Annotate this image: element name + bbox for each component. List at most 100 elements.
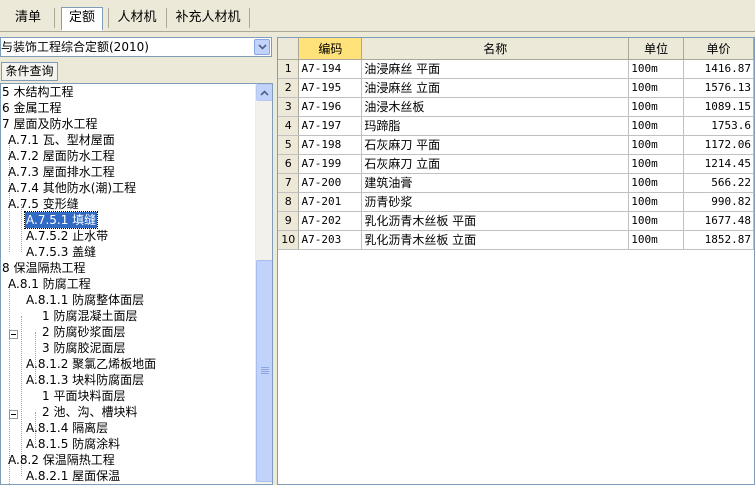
table-row[interactable]: 1 A7-194 油浸麻丝 平面 100m 1416.87 (278, 59, 754, 79)
tree-node[interactable]: 1 平面块料面层 (41, 388, 126, 404)
tree-node[interactable]: A.7.1 瓦、型材屋面 (7, 132, 116, 148)
code-cell[interactable]: A7-203 (298, 230, 363, 250)
price-cell[interactable]: 1214.45 (683, 154, 754, 174)
scroll-thumb[interactable] (256, 260, 272, 482)
code-cell[interactable]: A7-194 (298, 59, 363, 79)
name-cell[interactable]: 沥青砂浆 (361, 192, 630, 212)
name-cell[interactable]: 玛蹄脂 (361, 116, 630, 136)
tree-node[interactable]: A.7.2 屋面防水工程 (7, 148, 116, 164)
table-row[interactable]: 3 A7-196 油浸木丝板 100m 1089.15 (278, 97, 754, 117)
table-row[interactable]: 7 A7-200 建筑油膏 100m 566.22 (278, 173, 754, 193)
scroll-up-button[interactable] (256, 84, 272, 101)
tree-node[interactable]: A.7.5 变形缝 (7, 196, 80, 212)
price-cell[interactable]: 1172.06 (683, 135, 754, 155)
unit-cell[interactable]: 100m (628, 78, 685, 98)
tab-bill[interactable]: 清单 (6, 8, 50, 30)
tree-vertical-scrollbar[interactable] (255, 84, 272, 484)
tree-node-selected[interactable]: A.7.5.1 填缝 (23, 211, 99, 229)
name-cell[interactable]: 乳化沥青木丝板 立面 (361, 230, 630, 250)
tree-node[interactable]: A.8.1 防腐工程 (7, 276, 92, 292)
name-cell[interactable]: 油浸麻丝 立面 (361, 78, 630, 98)
unit-cell[interactable]: 100m (628, 97, 685, 117)
column-header-unit[interactable]: 单位 (628, 38, 685, 60)
tree-node[interactable]: 6 金属工程 (1, 100, 62, 116)
name-cell[interactable]: 石灰麻刀 立面 (361, 154, 630, 174)
code-cell[interactable]: A7-202 (298, 211, 363, 231)
condition-query-button[interactable]: 条件查询 (1, 62, 58, 81)
unit-cell[interactable]: 100m (628, 230, 685, 250)
unit-cell[interactable]: 100m (628, 211, 685, 231)
quota-items-grid[interactable]: 编码 名称 单位 单价 1 A7-194 油浸麻丝 平面 100m 1416.87 2 A7… (277, 37, 755, 485)
price-cell[interactable]: 566.22 (683, 173, 754, 193)
table-row[interactable]: 5 A7-198 石灰麻刀 平面 100m 1172.06 (278, 135, 754, 155)
tree-node[interactable]: 1 防腐混凝土面层 (41, 308, 138, 324)
tab-quota[interactable]: 定额 (61, 7, 103, 31)
table-row[interactable]: 9 A7-202 乳化沥青木丝板 平面 100m 1677.48 (278, 211, 754, 231)
name-cell[interactable]: 油浸麻丝 平面 (361, 59, 630, 79)
tree-node[interactable]: 2 池、沟、槽块料 (41, 404, 138, 420)
code-cell[interactable]: A7-201 (298, 192, 363, 212)
code-cell[interactable]: A7-197 (298, 116, 363, 136)
name-cell[interactable]: 油浸木丝板 (361, 97, 630, 117)
unit-cell[interactable]: 100m (628, 192, 685, 212)
tab-separator (54, 8, 55, 28)
price-cell[interactable]: 1852.87 (683, 230, 754, 250)
column-header-code[interactable]: 编码 (298, 38, 363, 60)
price-cell[interactable]: 1753.6 (683, 116, 754, 136)
row-number-cell: 8 (278, 192, 300, 212)
code-cell[interactable]: A7-200 (298, 173, 363, 193)
tree-node[interactable]: A.7.3 屋面排水工程 (7, 164, 116, 180)
column-header-price[interactable]: 单价 (683, 38, 754, 60)
unit-cell[interactable]: 100m (628, 116, 685, 136)
tab-supplementary-lmm[interactable]: 补充人材机 (170, 8, 246, 30)
tree-node[interactable]: A.7.4 其他防水(潮)工程 (7, 180, 137, 196)
price-cell[interactable]: 1416.87 (683, 59, 754, 79)
code-cell[interactable]: A7-199 (298, 154, 363, 174)
tree-node[interactable]: 7 屋面及防水工程 (1, 116, 98, 132)
table-row[interactable]: 6 A7-199 石灰麻刀 立面 100m 1214.45 (278, 154, 754, 174)
tree-node[interactable]: 8 保温隔热工程 (1, 260, 86, 276)
quota-navigation-panel: 与装饰工程综合定额(2010) 条件查询 5 木结构工程 6 金属工程 7 屋面… (0, 33, 273, 485)
name-cell[interactable]: 石灰麻刀 平面 (361, 135, 630, 155)
chevron-down-icon[interactable] (254, 39, 270, 55)
row-number-cell: 10 (278, 230, 300, 250)
tree-node[interactable]: A.8.1.4 隔离层 (25, 420, 109, 436)
unit-cell[interactable]: 100m (628, 135, 685, 155)
tree-node[interactable]: A.7.5.3 盖缝 (25, 244, 97, 260)
quota-book-dropdown[interactable]: 与装饰工程综合定额(2010) (0, 37, 272, 57)
table-row[interactable]: 8 A7-201 沥青砂浆 100m 990.82 (278, 192, 754, 212)
tree-node[interactable]: 3 防腐胶泥面层 (41, 340, 126, 356)
tree-node[interactable]: A.8.1.5 防腐涂料 (25, 436, 121, 452)
unit-cell[interactable]: 100m (628, 59, 685, 79)
tab-separator (108, 8, 109, 28)
code-cell[interactable]: A7-198 (298, 135, 363, 155)
tree-node[interactable]: A.7.5.2 止水带 (25, 228, 109, 244)
tree-node[interactable]: A.8.1.3 块料防腐面层 (25, 372, 145, 388)
price-cell[interactable]: 1576.13 (683, 78, 754, 98)
row-number-cell: 4 (278, 116, 300, 136)
quota-chapter-tree[interactable]: 5 木结构工程 6 金属工程 7 屋面及防水工程 A.7.1 瓦、型材屋面 A.… (0, 83, 273, 485)
tree-node[interactable]: A.8.1.2 聚氯乙烯板地面 (25, 356, 157, 372)
price-cell[interactable]: 1677.48 (683, 211, 754, 231)
tree-node[interactable]: 2 防腐砂浆面层 (41, 324, 126, 340)
row-number-cell: 5 (278, 135, 300, 155)
collapse-icon[interactable] (9, 330, 18, 339)
collapse-icon[interactable] (9, 410, 18, 419)
tree-node[interactable]: 5 木结构工程 (1, 84, 74, 100)
price-cell[interactable]: 1089.15 (683, 97, 754, 117)
table-row[interactable]: 2 A7-195 油浸麻丝 立面 100m 1576.13 (278, 78, 754, 98)
unit-cell[interactable]: 100m (628, 173, 685, 193)
code-cell[interactable]: A7-195 (298, 78, 363, 98)
tree-node[interactable]: A.8.2.1 屋面保温 (25, 468, 121, 484)
tree-node[interactable]: A.8.2 保温隔热工程 (7, 452, 116, 468)
price-cell[interactable]: 990.82 (683, 192, 754, 212)
tree-node[interactable]: A.8.1.1 防腐整体面层 (25, 292, 145, 308)
name-cell[interactable]: 乳化沥青木丝板 平面 (361, 211, 630, 231)
table-row[interactable]: 4 A7-197 玛蹄脂 100m 1753.6 (278, 116, 754, 136)
code-cell[interactable]: A7-196 (298, 97, 363, 117)
unit-cell[interactable]: 100m (628, 154, 685, 174)
name-cell[interactable]: 建筑油膏 (361, 173, 630, 193)
tab-labor-material-machine[interactable]: 人材机 (112, 8, 162, 30)
column-header-name[interactable]: 名称 (361, 38, 630, 60)
table-row[interactable]: 10 A7-203 乳化沥青木丝板 立面 100m 1852.87 (278, 230, 754, 250)
